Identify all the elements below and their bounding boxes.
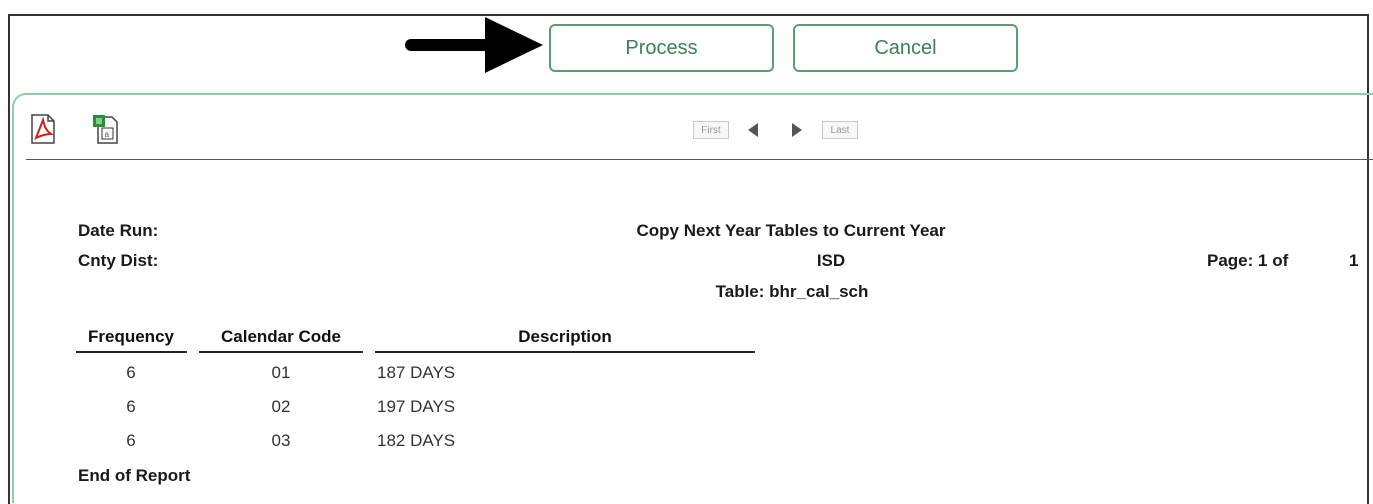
next-page-icon[interactable] xyxy=(790,122,804,138)
pdf-icon[interactable] xyxy=(30,114,56,144)
cnty-dist-label: Cnty Dist: xyxy=(78,251,159,270)
svg-text:a: a xyxy=(105,130,110,139)
previous-page-icon[interactable] xyxy=(746,122,760,138)
description-cell: 182 DAYS xyxy=(377,431,456,450)
page-total: 1 xyxy=(1349,251,1359,270)
page-label: Page: 1 of xyxy=(1207,251,1289,270)
frequency-cell: 6 xyxy=(126,363,136,382)
district-name: ISD xyxy=(816,251,846,270)
column-underline xyxy=(375,351,755,353)
date-run-label: Date Run: xyxy=(78,221,159,240)
column-header-calendar-code: Calendar Code xyxy=(221,327,341,346)
first-page-button[interactable]: First xyxy=(693,121,729,139)
table-name: Table: bhr_cal_sch xyxy=(715,282,869,301)
column-header-description: Description xyxy=(518,327,612,346)
report-title: Copy Next Year Tables to Current Year xyxy=(636,221,946,240)
calendar-code-cell: 02 xyxy=(271,397,291,416)
pointer-arrow-icon xyxy=(405,17,543,73)
last-page-button[interactable]: Last xyxy=(822,121,858,139)
description-cell: 187 DAYS xyxy=(377,363,456,382)
report-panel xyxy=(12,93,1373,503)
calendar-code-cell: 01 xyxy=(271,363,291,382)
calendar-code-cell: 03 xyxy=(271,431,291,450)
frequency-cell: 6 xyxy=(126,397,136,416)
column-underline xyxy=(76,351,187,353)
column-underline xyxy=(199,351,363,353)
end-of-report: End of Report xyxy=(78,466,191,485)
excel-icon[interactable]: a xyxy=(92,114,118,144)
cancel-button[interactable]: Cancel xyxy=(793,24,1018,72)
frequency-cell: 6 xyxy=(126,431,136,450)
column-header-frequency: Frequency xyxy=(88,327,174,346)
description-cell: 197 DAYS xyxy=(377,397,456,416)
toolbar-divider xyxy=(26,159,1373,160)
process-button[interactable]: Process xyxy=(549,24,774,72)
